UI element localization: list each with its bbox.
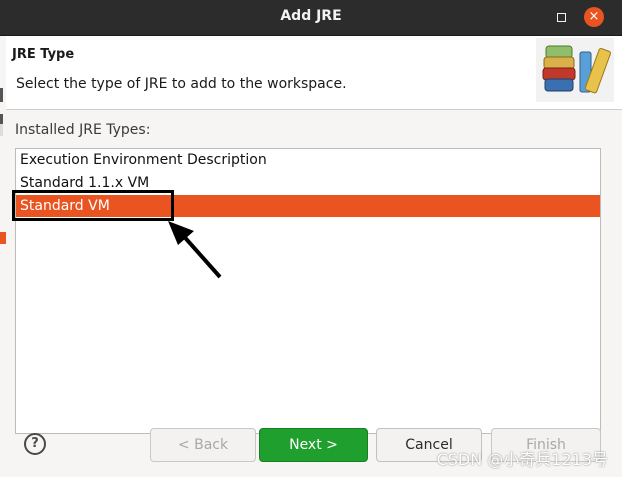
background-text-fragment xyxy=(0,124,3,136)
page-title: JRE Type xyxy=(12,47,75,62)
help-icon[interactable]: ? xyxy=(24,433,46,455)
close-icon[interactable]: × xyxy=(584,7,604,27)
window-title: Add JRE xyxy=(280,8,342,24)
add-jre-dialog: JRE Type Select the type of JRE to add t… xyxy=(6,36,622,477)
title-bar[interactable]: Add JRE × xyxy=(0,0,622,36)
list-item-selected[interactable]: Standard VM xyxy=(16,195,600,217)
list-item[interactable]: Execution Environment Description xyxy=(16,149,600,171)
background-text-fragment xyxy=(0,114,3,124)
jre-types-list[interactable]: Execution Environment Description Standa… xyxy=(15,148,601,434)
watermark: CSDN @小奇兵1213号 xyxy=(436,450,608,469)
books-icon xyxy=(536,38,614,102)
list-item[interactable]: Standard 1.1.x VM xyxy=(16,172,600,194)
page-description: Select the type of JRE to add to the wor… xyxy=(16,76,347,92)
background-text-fragment xyxy=(0,88,3,102)
wizard-header: JRE Type Select the type of JRE to add t… xyxy=(6,36,622,110)
back-button[interactable]: < Back xyxy=(150,428,256,462)
installed-jre-types-label: Installed JRE Types: xyxy=(15,122,151,138)
next-button[interactable]: Next > xyxy=(259,428,368,462)
maximize-icon[interactable] xyxy=(551,7,571,27)
screen: Add JRE × JRE Type Select the type of JR… xyxy=(0,0,622,477)
